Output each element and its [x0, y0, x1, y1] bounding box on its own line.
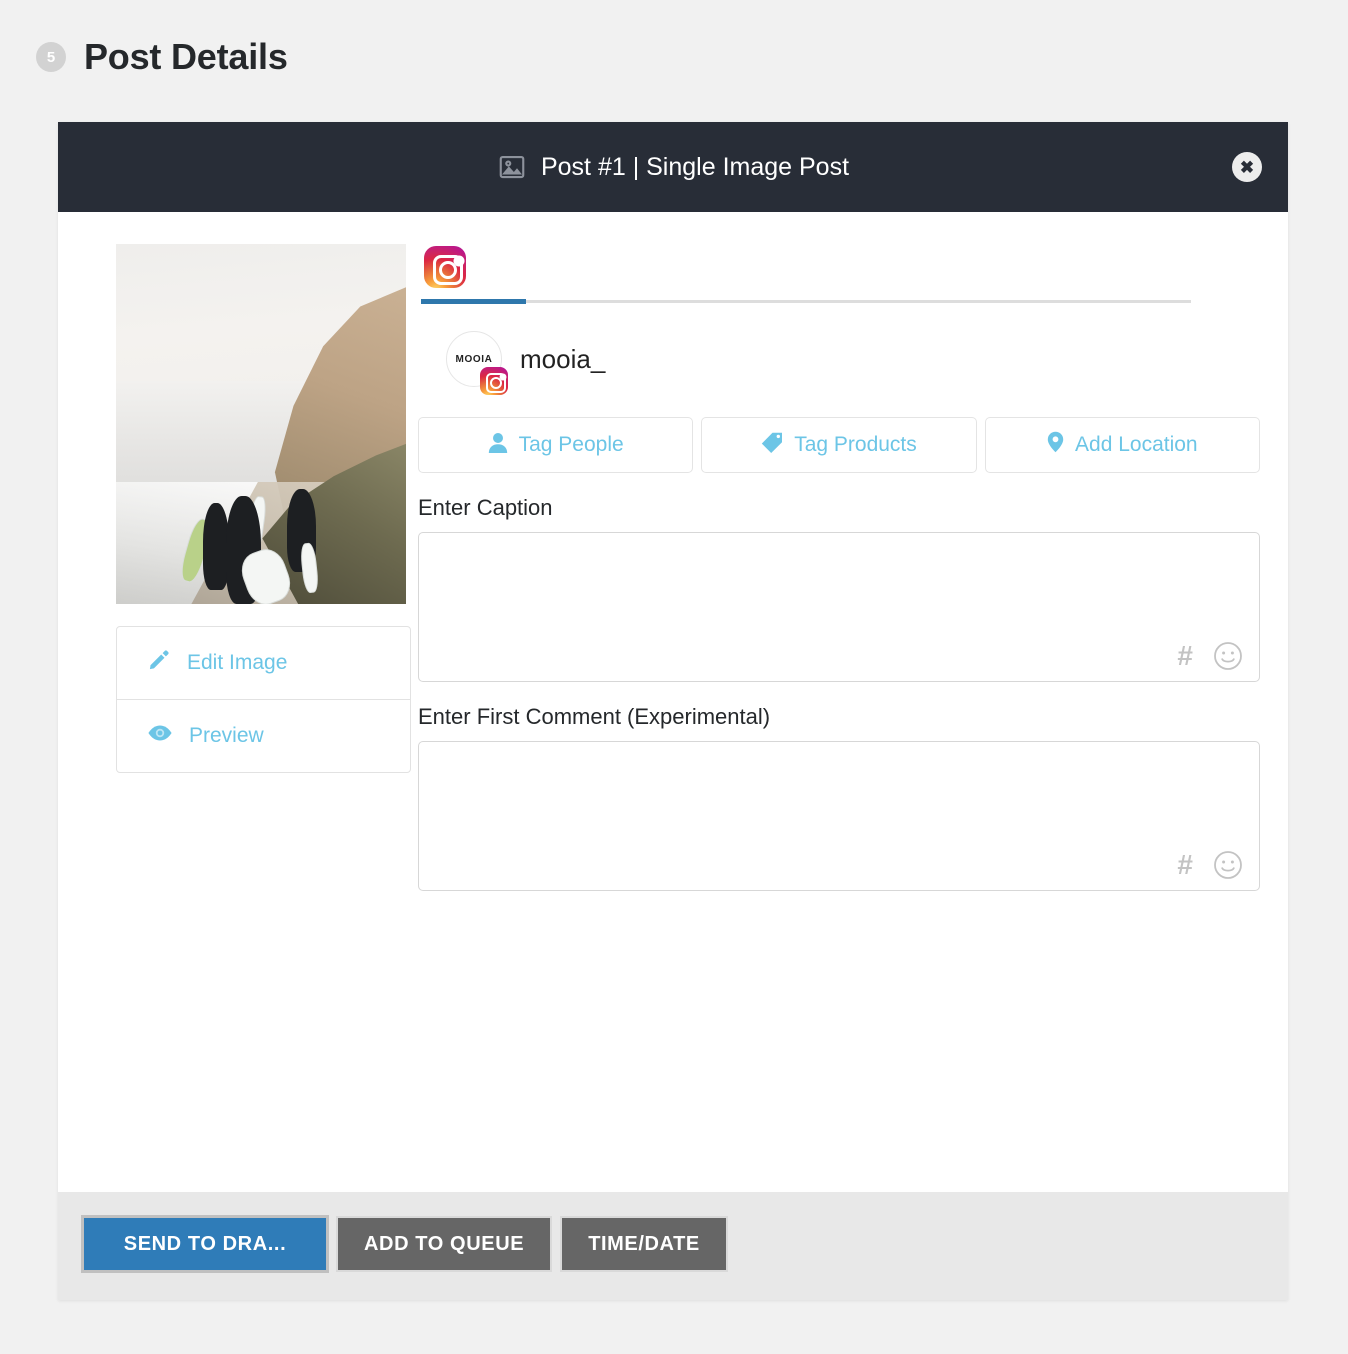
- preview-button[interactable]: Preview: [117, 699, 410, 772]
- first-comment-tools: #: [1177, 850, 1243, 880]
- network-tab-icons: [421, 244, 1260, 290]
- picture-icon: [497, 152, 527, 182]
- account-row: MOOIA mooia_: [446, 331, 1260, 387]
- caption-field: Enter Caption #: [418, 495, 1260, 682]
- step-number-badge: 5: [36, 42, 66, 72]
- first-comment-textarea-wrapper: #: [418, 741, 1260, 891]
- account-username: mooia_: [520, 344, 605, 375]
- time-date-button[interactable]: TIME/DATE: [562, 1218, 726, 1270]
- avatar: MOOIA: [446, 331, 502, 387]
- modal-header-title-group: Post #1 | Single Image Post: [497, 152, 849, 182]
- modal-header: Post #1 | Single Image Post ✖: [58, 122, 1288, 212]
- tag-icon: [761, 432, 783, 459]
- first-comment-label: Enter First Comment (Experimental): [418, 704, 1260, 730]
- network-tab-strip: [418, 244, 1260, 303]
- first-comment-field: Enter First Comment (Experimental) #: [418, 704, 1260, 891]
- modal-body: Edit Image Preview: [58, 212, 1288, 1192]
- right-column: MOOIA mooia_ Tag People: [418, 244, 1288, 1192]
- pencil-icon: [147, 648, 171, 678]
- post-image-thumbnail: [116, 244, 406, 604]
- hashtag-icon[interactable]: #: [1177, 851, 1193, 879]
- tab-active-indicator: [421, 299, 526, 304]
- caption-textarea-wrapper: #: [418, 532, 1260, 682]
- tab-underline: [421, 300, 1191, 303]
- tag-people-button[interactable]: Tag People: [418, 417, 693, 473]
- tag-products-button[interactable]: Tag Products: [701, 417, 976, 473]
- left-column: Edit Image Preview: [58, 244, 418, 1192]
- emoji-icon[interactable]: [1213, 850, 1243, 880]
- person-icon: [488, 432, 508, 459]
- instagram-icon: [424, 246, 466, 288]
- preview-label: Preview: [189, 724, 264, 748]
- image-action-list: Edit Image Preview: [116, 626, 411, 773]
- tag-people-label: Tag People: [519, 433, 624, 457]
- thumb-surfer: [203, 503, 229, 589]
- page-title: Post Details: [84, 39, 288, 75]
- tag-products-label: Tag Products: [794, 433, 917, 457]
- caption-tools: #: [1177, 641, 1243, 671]
- eye-icon: [147, 721, 173, 751]
- edit-image-label: Edit Image: [187, 651, 287, 675]
- hashtag-icon[interactable]: #: [1177, 642, 1193, 670]
- send-to-drafts-button[interactable]: SEND TO DRA...: [84, 1218, 326, 1270]
- add-location-button[interactable]: Add Location: [985, 417, 1260, 473]
- add-to-queue-button[interactable]: ADD TO QUEUE: [338, 1218, 550, 1270]
- tag-buttons-row: Tag People Tag Products: [418, 417, 1260, 473]
- close-icon[interactable]: ✖: [1232, 152, 1262, 182]
- modal-footer: SEND TO DRA... ADD TO QUEUE TIME/DATE: [58, 1192, 1288, 1300]
- first-comment-input[interactable]: [419, 742, 1259, 890]
- emoji-icon[interactable]: [1213, 641, 1243, 671]
- caption-input[interactable]: [419, 533, 1259, 681]
- instagram-icon: [480, 367, 508, 395]
- edit-image-button[interactable]: Edit Image: [117, 627, 410, 699]
- location-pin-icon: [1047, 431, 1064, 459]
- close-icon-glyph: ✖: [1240, 159, 1254, 176]
- add-location-label: Add Location: [1075, 433, 1198, 457]
- post-details-modal: Post #1 | Single Image Post ✖: [58, 122, 1288, 1300]
- modal-title-text: Post #1 | Single Image Post: [541, 153, 849, 182]
- page-header: 5 Post Details: [0, 0, 1348, 92]
- tab-instagram[interactable]: [422, 244, 468, 290]
- caption-label: Enter Caption: [418, 495, 1260, 521]
